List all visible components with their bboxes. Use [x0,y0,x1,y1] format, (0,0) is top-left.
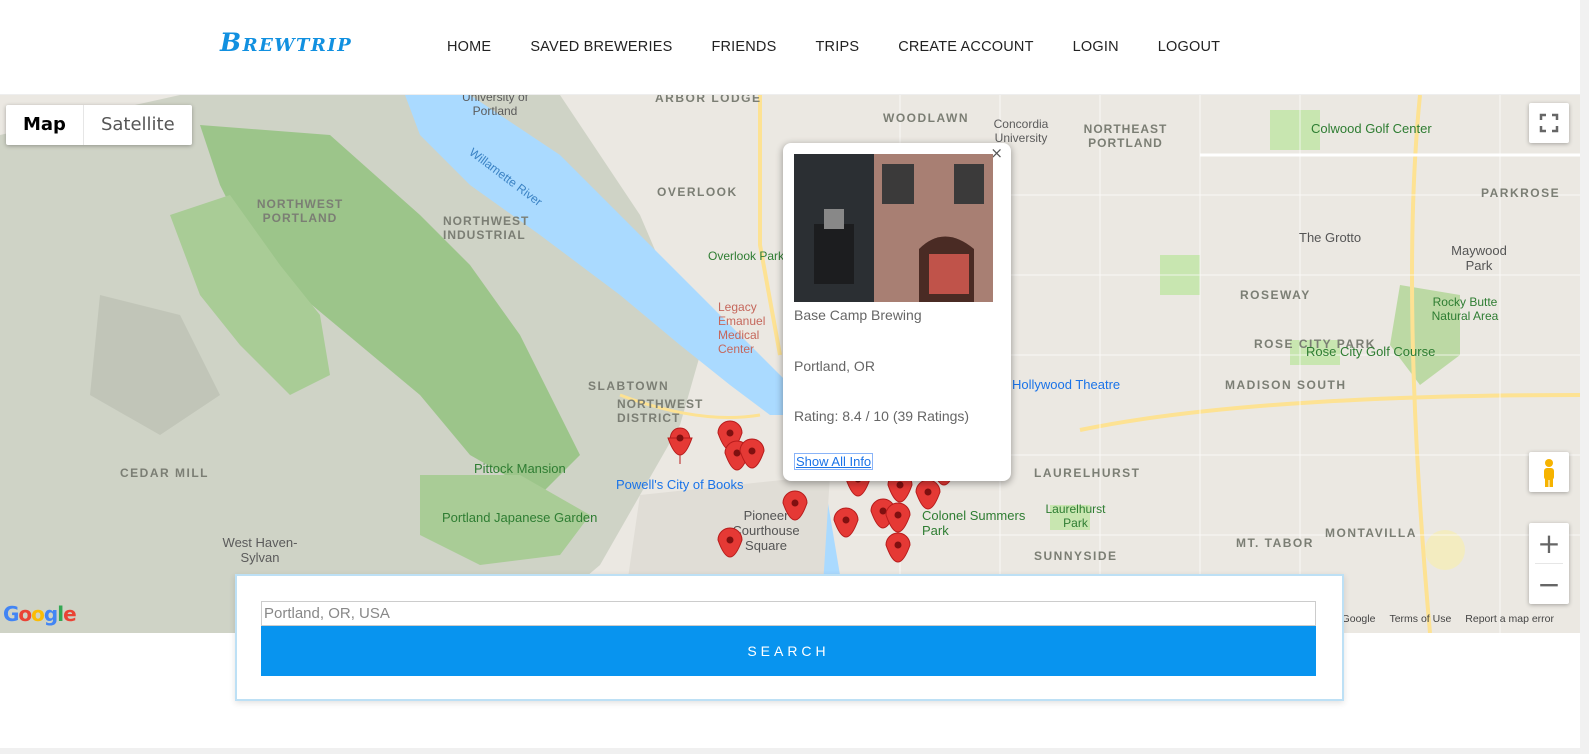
info-window: × Base Camp Brewing Portland, OR Rating:… [783,143,1011,481]
nav-login[interactable]: LOGIN [1073,39,1119,55]
main-nav: HOME SAVED BREWERIES FRIENDS TRIPS CREAT… [447,39,1259,55]
map-marker [833,507,859,538]
map-attribution: ©2019 Google Terms of Use Report a map e… [1308,613,1554,625]
google-logo[interactable]: Google [3,602,77,626]
zoom-out-button[interactable]: − [1529,564,1569,604]
map-marker [885,502,911,533]
zoom-in-button[interactable]: + [1529,523,1569,563]
nav-logout[interactable]: LOGOUT [1158,39,1220,55]
map-canvas[interactable]: NORTHWEST PORTLAND NORTHWEST INDUSTRIAL … [0,95,1580,633]
map-type-satellite-button[interactable]: Satellite [82,105,192,145]
map-marker [667,427,693,464]
nav-trips[interactable]: TRIPS [815,39,859,55]
brewery-rating: Rating: 8.4 / 10 (39 Ratings) [794,408,970,424]
terms-link[interactable]: Terms of Use [1389,613,1451,625]
pegman-icon [1544,459,1554,487]
map-type-control: Map Satellite [6,105,192,145]
nav-home[interactable]: HOME [447,39,491,55]
brand-logo[interactable]: Brewtrip [220,28,352,57]
nav-create-account[interactable]: CREATE ACCOUNT [898,39,1033,55]
report-error-link[interactable]: Report a map error [1465,613,1554,625]
nav-saved-breweries[interactable]: SAVED BREWERIES [530,39,672,55]
location-search-input[interactable] [261,601,1316,626]
map-marker [885,532,911,563]
nav-friends[interactable]: FRIENDS [711,39,776,55]
map-marker [915,479,941,510]
map-marker [717,527,743,558]
brewery-name: Base Camp Brewing [794,307,922,323]
zoom-control: + − [1529,523,1569,604]
map-type-map-button[interactable]: Map [6,105,83,145]
show-all-info-link[interactable]: Show All Info [794,453,874,470]
brewery-location: Portland, OR [794,358,875,374]
fullscreen-icon [1539,113,1559,133]
brewery-photo [794,154,993,302]
map-marker [782,490,808,521]
search-panel: SEARCH [235,574,1344,701]
page-footer-strip [0,748,1580,754]
fullscreen-button[interactable] [1529,103,1569,143]
navbar: Brewtrip HOME SAVED BREWERIES FRIENDS TR… [0,0,1589,95]
search-button[interactable]: SEARCH [261,626,1316,676]
street-view-pegman[interactable] [1529,452,1569,492]
scrollbar[interactable] [1580,0,1589,754]
